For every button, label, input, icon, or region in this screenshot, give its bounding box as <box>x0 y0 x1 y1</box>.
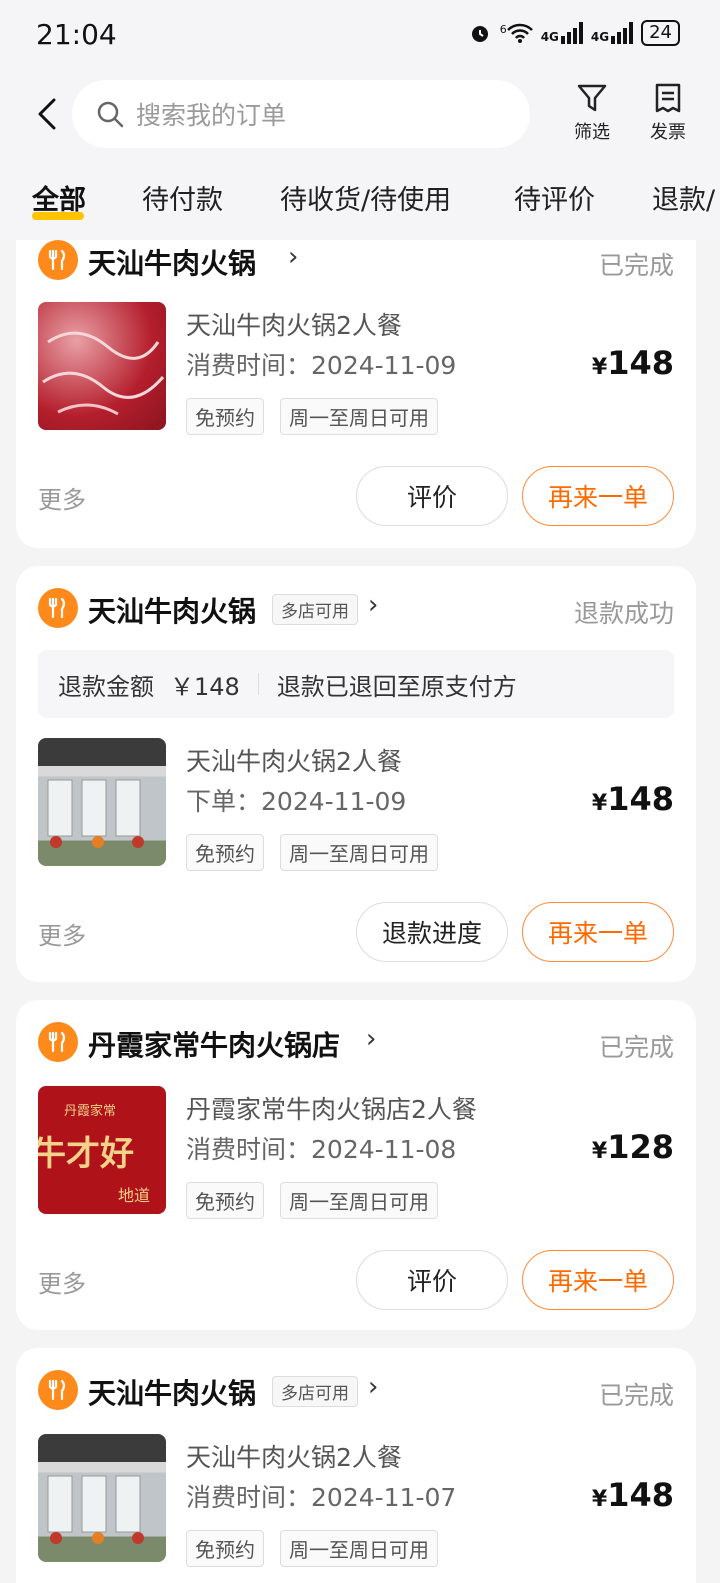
reorder-button[interactable]: 再来一单 <box>522 902 674 962</box>
reorder-button[interactable]: 再来一单 <box>522 466 674 526</box>
product-image[interactable] <box>38 738 166 866</box>
product-name: 天汕牛肉火锅2人餐 <box>186 747 402 776</box>
store-name[interactable]: 天汕牛肉火锅 <box>88 1372 256 1412</box>
refund-note: 退款已退回至原支付方 <box>276 672 517 701</box>
order-card[interactable]: 天汕牛肉火锅 多店可用 › 已完成 天汕牛肉火锅2人餐 消费时间：2024-11… <box>16 1348 696 1583</box>
search-input[interactable]: 搜索我的订单 <box>72 80 530 148</box>
order-price: ¥148 <box>591 1476 674 1514</box>
tag: 免预约 <box>186 1182 264 1219</box>
product-image[interactable]: 丹霞家常 牛才好 地道 <box>38 1086 166 1214</box>
refund-label: 退款金额 <box>58 672 154 701</box>
more-link[interactable]: 更多 <box>38 480 86 515</box>
chevron-right-icon: › <box>368 590 379 620</box>
store-name[interactable]: 丹霞家常牛肉火锅店 <box>88 1024 340 1064</box>
order-tabs: 全部 待付款 待收货/待使用 待评价 退款/ <box>0 172 720 232</box>
order-status: 退款成功 <box>573 599 674 628</box>
order-time: 消费时间：2024-11-08 <box>186 1135 457 1164</box>
wifi-icon: 6 <box>500 23 533 43</box>
back-arrow-icon[interactable] <box>30 94 70 134</box>
tag: 周一至周日可用 <box>280 834 438 871</box>
tag: 免预约 <box>186 398 264 435</box>
order-time: 下单：2024-11-09 <box>186 787 407 816</box>
tag: 免预约 <box>186 834 264 871</box>
reorder-button[interactable]: 再来一单 <box>522 1250 674 1310</box>
alarm-icon <box>471 26 488 42</box>
divider <box>257 673 259 695</box>
search-placeholder: 搜索我的订单 <box>136 101 287 130</box>
product-name: 天汕牛肉火锅2人餐 <box>186 1443 402 1472</box>
store-name[interactable]: 天汕牛肉火锅 <box>88 242 256 282</box>
order-time: 消费时间：2024-11-07 <box>186 1483 457 1512</box>
review-button[interactable]: 评价 <box>356 466 508 526</box>
order-card[interactable]: 天汕牛肉火锅 › 已完成 天汕牛肉火锅2人餐 消费时间：2024-11-09 免… <box>16 240 696 548</box>
signal-icon: 4G <box>541 22 583 44</box>
tab-refund[interactable]: 退款/ <box>652 178 715 217</box>
multi-store-badge: 多店可用 <box>272 1376 358 1407</box>
tab-pending-payment[interactable]: 待付款 <box>142 178 223 217</box>
chevron-right-icon: › <box>368 1372 379 1402</box>
chevron-right-icon: › <box>288 242 299 272</box>
invoice-icon <box>655 83 681 113</box>
tab-pending-review[interactable]: 待评价 <box>514 178 595 217</box>
more-link[interactable]: 更多 <box>38 916 86 951</box>
order-status: 已完成 <box>598 1381 674 1410</box>
invoice-label: 发票 <box>650 122 686 143</box>
active-tab-indicator <box>32 212 84 220</box>
order-time: 消费时间：2024-11-09 <box>186 351 457 380</box>
store-icon <box>38 1370 78 1410</box>
search-icon <box>97 101 124 128</box>
tag: 周一至周日可用 <box>280 1182 438 1219</box>
product-name: 丹霞家常牛肉火锅店2人餐 <box>186 1095 477 1124</box>
more-link[interactable]: 更多 <box>38 1264 86 1299</box>
tab-pending-delivery[interactable]: 待收货/待使用 <box>280 178 451 217</box>
signal-icon: 4G <box>591 22 634 44</box>
filter-button[interactable]: 筛选 <box>562 82 622 144</box>
product-name: 天汕牛肉火锅2人餐 <box>186 311 402 340</box>
chevron-right-icon: › <box>366 1024 377 1054</box>
refund-info: 退款金额 ￥148 退款已退回至原支付方 <box>38 650 674 718</box>
multi-store-badge: 多店可用 <box>272 594 358 625</box>
order-price: ¥128 <box>591 1128 674 1166</box>
order-status: 已完成 <box>598 251 674 280</box>
refund-amount: ￥148 <box>170 672 240 701</box>
order-status: 已完成 <box>598 1033 674 1062</box>
filter-label: 筛选 <box>574 122 610 143</box>
refund-progress-button[interactable]: 退款进度 <box>356 902 508 962</box>
store-icon <box>38 1022 78 1062</box>
tag: 周一至周日可用 <box>280 398 438 435</box>
battery-indicator: 24 <box>641 20 680 46</box>
tag: 周一至周日可用 <box>280 1530 438 1567</box>
status-icons: 6 4G 4G 24 <box>468 20 680 46</box>
order-price: ¥148 <box>591 344 674 382</box>
order-card[interactable]: 丹霞家常牛肉火锅店 › 已完成 丹霞家常 牛才好 地道 丹霞家常牛肉火锅店2人餐… <box>16 1000 696 1330</box>
store-name[interactable]: 天汕牛肉火锅 <box>88 590 256 630</box>
store-icon <box>38 240 78 280</box>
product-image[interactable] <box>38 1434 166 1562</box>
tag: 免预约 <box>186 1530 264 1567</box>
status-time: 21:04 <box>36 18 117 51</box>
product-image[interactable] <box>38 302 166 430</box>
review-button[interactable]: 评价 <box>356 1250 508 1310</box>
order-card[interactable]: 天汕牛肉火锅 多店可用 › 退款成功 退款金额 ￥148 退款已退回至原支付方 … <box>16 566 696 982</box>
status-bar: 21:04 6 4G 4G 24 <box>0 0 720 72</box>
order-header: 搜索我的订单 筛选 发票 全部 待付款 待收货/待使用 待评价 退款/ <box>0 72 720 240</box>
filter-icon <box>577 84 607 112</box>
invoice-button[interactable]: 发票 <box>638 82 698 144</box>
store-icon <box>38 588 78 628</box>
order-price: ¥148 <box>591 780 674 818</box>
